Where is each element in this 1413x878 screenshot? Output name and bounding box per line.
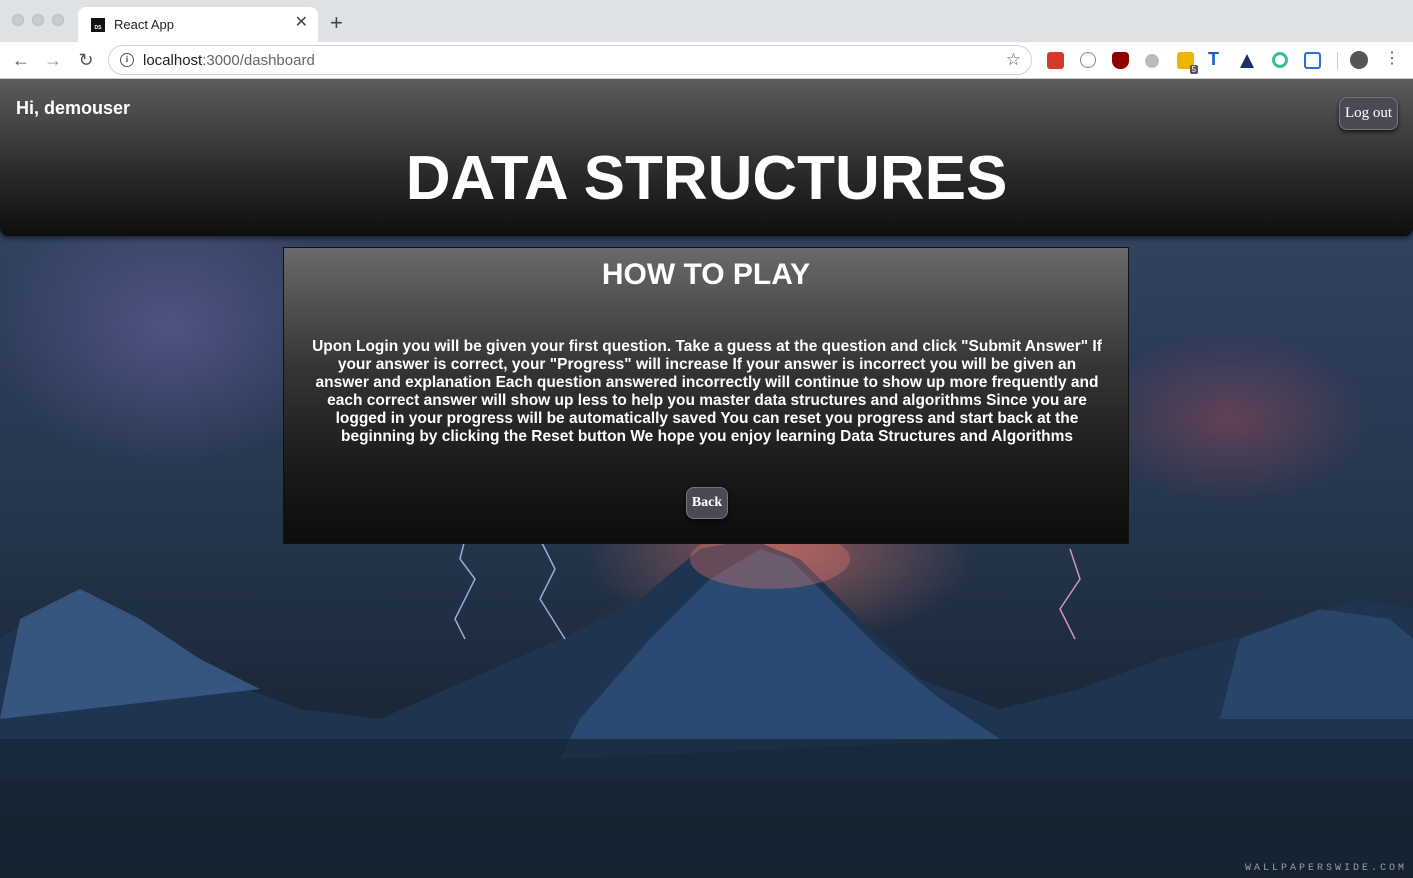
extension-circle-icon[interactable] [1080, 52, 1096, 68]
tab-title: React App [114, 17, 174, 32]
how-to-play-panel: HOW TO PLAY Upon Login you will be given… [283, 247, 1129, 544]
extension-red-icon[interactable] [1047, 52, 1064, 69]
address-bar[interactable]: i localhost:3000/dashboard ☆ [108, 45, 1032, 75]
extension-triangle-icon[interactable] [1240, 54, 1254, 68]
browser-toolbar: ← → ↻ i localhost:3000/dashboard ☆ 5 T ⋮ [0, 42, 1413, 79]
url-path: :3000/dashboard [202, 52, 315, 69]
greeting-text: Hi, demouser [16, 98, 131, 118]
logout-button[interactable]: Log out [1339, 97, 1398, 130]
extension-green-ring-icon[interactable] [1272, 52, 1288, 68]
reload-icon[interactable]: ↻ [75, 50, 97, 70]
url-host: localhost [143, 52, 203, 69]
browser-tab[interactable]: DS React App ✕ [78, 7, 318, 42]
new-tab-icon[interactable]: + [330, 12, 343, 34]
extension-gray-icon[interactable] [1145, 54, 1159, 68]
forward-arrow-icon[interactable]: → [42, 50, 64, 70]
back-arrow-icon[interactable]: ← [10, 50, 32, 70]
app-header: Hi, demouser Log out DATA STRUCTURES [0, 79, 1413, 236]
close-tab-icon[interactable]: ✕ [295, 15, 308, 31]
ublock-shield-icon[interactable] [1112, 52, 1129, 69]
bookmark-star-icon[interactable]: ☆ [1006, 50, 1021, 70]
page-viewport: Hi, demouser Log out DATA STRUCTURES HOW… [0, 79, 1413, 878]
page-title: DATA STRUCTURES [405, 144, 1008, 213]
toolbar-separator [1337, 52, 1338, 70]
wallpaper-watermark: WALLPAPERSWIDE.COM [1244, 863, 1407, 874]
minimize-window-icon[interactable] [32, 14, 44, 26]
extension-yellow-icon[interactable]: 5 [1177, 52, 1198, 74]
close-window-icon[interactable] [12, 14, 24, 26]
favicon-icon: DS [91, 18, 105, 32]
tab-bar: DS React App ✕ + [0, 0, 1413, 42]
maximize-window-icon[interactable] [52, 14, 64, 26]
profile-avatar-icon[interactable] [1350, 51, 1368, 69]
extension-badge: 5 [1189, 65, 1198, 74]
extension-t-icon[interactable]: T [1208, 49, 1225, 69]
extension-crop-icon[interactable] [1304, 52, 1321, 69]
info-icon[interactable]: i [120, 53, 134, 67]
panel-title: HOW TO PLAY [601, 258, 811, 291]
url-text[interactable]: localhost:3000/dashboard [143, 52, 315, 69]
instructions-text: Upon Login you will be given your first … [312, 338, 1102, 445]
menu-kebab-icon[interactable]: ⋮ [1384, 49, 1400, 69]
back-button[interactable]: Back [686, 487, 728, 519]
